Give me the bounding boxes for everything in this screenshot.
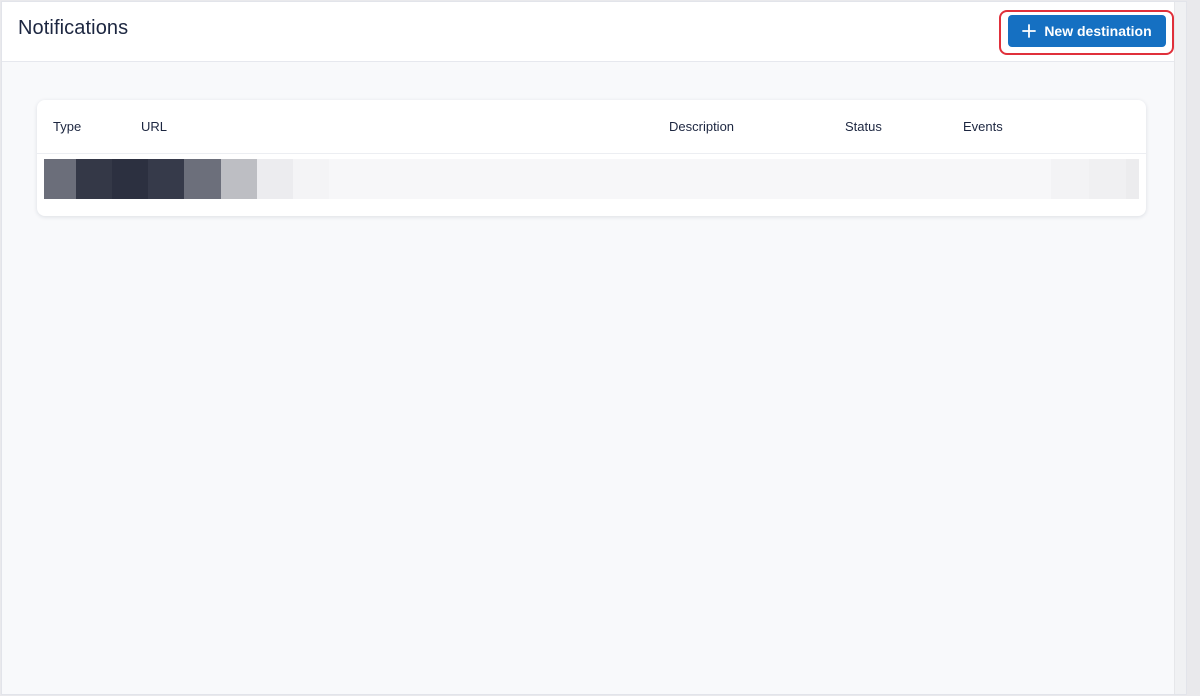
plus-icon	[1022, 24, 1037, 38]
column-header-url[interactable]: URL	[141, 119, 167, 134]
destinations-table: Type URL Description Status Events	[37, 100, 1146, 216]
loading-block	[257, 159, 293, 199]
loading-block	[1089, 159, 1126, 199]
loading-block	[1051, 159, 1089, 199]
column-header-events[interactable]: Events	[963, 119, 1003, 134]
loading-block	[184, 159, 221, 199]
new-destination-button[interactable]: New destination	[1008, 15, 1166, 47]
page-header: Notifications New destination	[2, 2, 1186, 62]
table-header: Type URL Description Status Events	[37, 100, 1146, 154]
loading-block	[44, 159, 76, 199]
column-header-type[interactable]: Type	[53, 119, 81, 134]
vertical-scrollbar[interactable]	[1174, 2, 1186, 694]
loading-block	[1126, 159, 1139, 199]
loading-block	[221, 159, 257, 199]
column-header-status[interactable]: Status	[845, 119, 882, 134]
app-window: Notifications New destination Type URL D…	[1, 1, 1187, 695]
page-title: Notifications	[18, 17, 129, 39]
loading-block	[293, 159, 329, 199]
new-destination-label: New destination	[1044, 23, 1152, 39]
loading-block	[76, 159, 112, 199]
loading-block	[112, 159, 148, 199]
column-header-description[interactable]: Description	[669, 119, 734, 134]
loading-block	[148, 159, 184, 199]
loading-placeholder-row	[44, 159, 1139, 199]
